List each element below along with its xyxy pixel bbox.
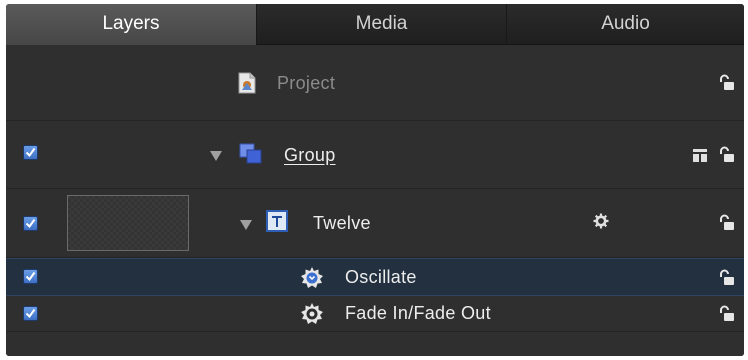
layer-label-project: Project bbox=[277, 73, 336, 93]
group-enable-checkbox[interactable] bbox=[23, 145, 38, 160]
checkmark-icon bbox=[25, 147, 36, 158]
fade-enable-checkbox[interactable] bbox=[23, 306, 38, 321]
layers-panel: Layers Media Audio Project Group Twelve … bbox=[6, 4, 744, 356]
unlock-icon[interactable] bbox=[719, 214, 735, 232]
layer-label-oscillate: Oscillate bbox=[345, 267, 417, 287]
layer-row-project[interactable]: Project bbox=[6, 45, 744, 121]
oscillate-enable-checkbox[interactable] bbox=[23, 269, 38, 284]
group-icon bbox=[239, 143, 262, 164]
tab-audio-label: Audio bbox=[601, 13, 650, 34]
layer-row-group[interactable]: Group bbox=[6, 121, 744, 189]
layer-label-twelve: Twelve bbox=[313, 213, 371, 233]
twelve-enable-checkbox[interactable] bbox=[23, 216, 38, 231]
group-disclosure-triangle[interactable] bbox=[210, 151, 222, 161]
unlock-icon[interactable] bbox=[719, 74, 735, 92]
tab-layers-label: Layers bbox=[102, 13, 160, 34]
text-layer-icon bbox=[266, 210, 288, 232]
layer-thumbnail bbox=[67, 195, 189, 251]
checkmark-icon bbox=[25, 271, 36, 282]
twelve-disclosure-triangle[interactable] bbox=[240, 220, 252, 230]
project-file-icon bbox=[238, 72, 256, 94]
unlock-icon[interactable] bbox=[719, 305, 735, 323]
gear-icon[interactable] bbox=[593, 213, 609, 229]
layer-stack-icon[interactable] bbox=[692, 148, 708, 163]
layer-label-fade-in-fade-out: Fade In/Fade Out bbox=[345, 303, 491, 323]
layer-row-fade-in-fade-out[interactable]: Fade In/Fade Out bbox=[6, 296, 744, 332]
layer-label-group: Group bbox=[284, 145, 336, 165]
unlock-icon[interactable] bbox=[719, 146, 735, 164]
checkmark-icon bbox=[25, 218, 36, 229]
tab-audio[interactable]: Audio bbox=[506, 4, 744, 45]
tab-bar: Layers Media Audio bbox=[6, 4, 744, 45]
behavior-gear-icon bbox=[301, 303, 323, 324]
checkmark-icon bbox=[25, 308, 36, 319]
tab-media-label: Media bbox=[355, 13, 408, 34]
unlock-icon[interactable] bbox=[719, 269, 735, 287]
behavior-gear-icon bbox=[301, 267, 323, 288]
layer-row-twelve[interactable]: Twelve bbox=[6, 189, 744, 258]
tab-layers[interactable]: Layers bbox=[6, 4, 256, 45]
layer-row-oscillate[interactable]: Oscillate bbox=[6, 258, 744, 296]
tab-media[interactable]: Media bbox=[256, 4, 506, 45]
empty-list-area[interactable] bbox=[6, 332, 744, 356]
